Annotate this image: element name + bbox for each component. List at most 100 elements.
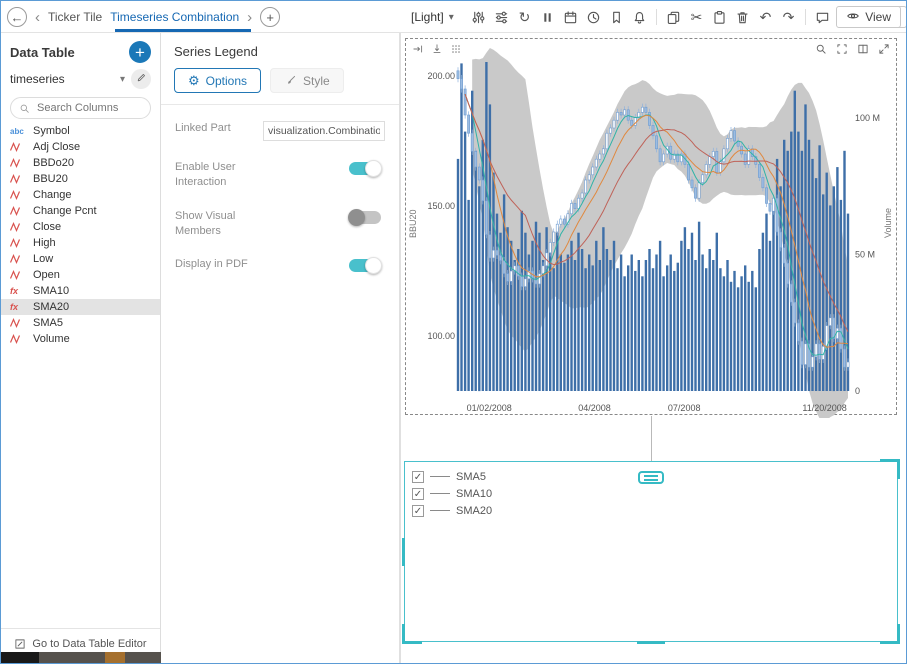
search-icon <box>19 103 30 114</box>
column-list-item[interactable]: fx SMA10 <box>1 283 160 299</box>
column-name: BBU20 <box>33 173 68 185</box>
toolbar-separator <box>805 9 806 25</box>
add-data-table-button[interactable]: + <box>129 41 151 63</box>
column-list-item[interactable]: fx SMA20 <box>1 299 160 315</box>
tab-options[interactable]: ⚙ Options <box>174 68 261 93</box>
column-name: High <box>33 237 56 249</box>
cut-icon[interactable]: ✂ <box>687 6 706 28</box>
column-list-item[interactable]: abc Symbol <box>1 123 160 139</box>
column-list: abc Symbol Adj Close BBDo20 BBU20 Change… <box>1 123 160 347</box>
series-label: SMA20 <box>456 505 492 517</box>
selection-corner[interactable] <box>880 459 900 479</box>
column-name: Low <box>33 253 53 265</box>
selection-resize-handle[interactable] <box>637 641 665 644</box>
column-list-item[interactable]: SMA5 <box>1 315 160 331</box>
comment-icon[interactable] <box>813 6 832 28</box>
fullscreen-icon[interactable] <box>835 42 849 56</box>
sliders-icon[interactable] <box>469 6 488 28</box>
property-row: Show Visual Members <box>175 209 385 239</box>
column-type-icon: fx <box>10 302 27 312</box>
linked-part-label: Linked Part <box>175 121 263 136</box>
history-icon[interactable] <box>584 6 603 28</box>
chevron-right-icon[interactable]: › <box>247 10 252 25</box>
series-checkbox[interactable]: ✓ <box>412 471 424 483</box>
column-list-item[interactable]: Open <box>1 267 160 283</box>
svg-text:100 M: 100 M <box>855 113 880 123</box>
trash-icon[interactable] <box>733 6 752 28</box>
edit-table-button[interactable] <box>131 69 151 89</box>
column-list-item[interactable]: Change Pcnt <box>1 203 160 219</box>
tab-timeseries-combination[interactable]: Timeseries Combination <box>110 10 239 24</box>
column-name: Close <box>33 221 61 233</box>
column-list-item[interactable]: Close <box>1 219 160 235</box>
bell-icon[interactable] <box>630 6 649 28</box>
tab-ticker-tile[interactable]: Ticker Tile <box>48 10 102 24</box>
search-icon[interactable] <box>814 42 828 56</box>
linked-part-input[interactable] <box>263 121 385 141</box>
paste-icon[interactable] <box>710 6 729 28</box>
arrow-bar-down-icon[interactable] <box>430 42 444 56</box>
editor-icon <box>14 638 26 650</box>
tab-style[interactable]: Style <box>270 68 344 93</box>
pages-icon[interactable] <box>856 42 870 56</box>
taskbar-orange-segment <box>105 652 125 663</box>
column-list-item[interactable]: Change <box>1 187 160 203</box>
column-list-item[interactable]: BBU20 <box>1 171 160 187</box>
drag-handle[interactable] <box>638 471 664 484</box>
theme-value: [Light] <box>411 10 444 24</box>
combination-chart[interactable]: 200.00150.00100.00100 M50 M001/02/200804… <box>408 48 898 418</box>
svg-text:BBU20: BBU20 <box>408 209 418 238</box>
visualization-part[interactable]: 200.00150.00100.00100 M50 M001/02/200804… <box>405 38 897 415</box>
column-list-item[interactable]: Adj Close <box>1 139 160 155</box>
svg-text:Volume: Volume <box>883 208 893 238</box>
toggle-switch[interactable] <box>349 211 381 224</box>
toggle-switch[interactable] <box>349 259 381 272</box>
view-button[interactable]: View <box>836 6 901 28</box>
brush-icon <box>284 74 297 87</box>
caret-down-icon: ▾ <box>449 12 454 23</box>
adjust-icon[interactable] <box>492 6 511 28</box>
theme-selector[interactable]: [Light] ▾ <box>411 1 454 33</box>
column-name: Adj Close <box>33 141 80 153</box>
series-checkbox[interactable]: ✓ <box>412 505 424 517</box>
series-checkbox[interactable]: ✓ <box>412 488 424 500</box>
expand-icon[interactable] <box>877 42 891 56</box>
options-label: Options <box>206 74 247 88</box>
add-dashboard-button[interactable]: + <box>260 7 280 27</box>
chevron-left-icon[interactable]: ‹ <box>35 10 40 25</box>
dots-grid-icon[interactable] <box>449 42 463 56</box>
eye-icon <box>846 9 860 26</box>
column-list-item[interactable]: High <box>1 235 160 251</box>
column-type-icon <box>10 158 27 168</box>
search-columns-input[interactable] <box>35 101 142 115</box>
column-name: BBDo20 <box>33 157 74 169</box>
arrow-bar-right-icon[interactable] <box>411 42 425 56</box>
undo-icon[interactable]: ↶ <box>756 6 775 28</box>
selection-resize-handle[interactable] <box>402 538 405 566</box>
selection-corner[interactable] <box>880 624 900 644</box>
legend-series-item[interactable]: ✓ SMA5 <box>412 468 492 485</box>
pause-icon[interactable] <box>538 6 557 28</box>
legend-series-item[interactable]: ✓ SMA10 <box>412 485 492 502</box>
sidebar-title: Data Table <box>10 45 129 60</box>
series-legend-part[interactable]: ✓ SMA5 ✓ SMA10 ✓ SMA20 <box>404 461 898 642</box>
column-list-item[interactable]: Low <box>1 251 160 267</box>
refresh-icon[interactable]: ↻ <box>515 6 534 28</box>
calendar-icon[interactable] <box>561 6 580 28</box>
search-box <box>10 97 151 119</box>
redo-icon[interactable]: ↷ <box>779 6 798 28</box>
caret-down-icon[interactable]: ▾ <box>120 74 125 85</box>
back-button[interactable]: ← <box>7 7 27 27</box>
copy-icon[interactable] <box>664 6 683 28</box>
part-connector-line <box>651 416 652 461</box>
bookmark-icon[interactable] <box>607 6 626 28</box>
column-list-item[interactable]: BBDo20 <box>1 155 160 171</box>
legend-series-item[interactable]: ✓ SMA20 <box>412 502 492 519</box>
svg-text:150.00: 150.00 <box>427 201 455 211</box>
selection-corner[interactable] <box>402 624 422 644</box>
toggle-switch[interactable] <box>349 162 381 175</box>
column-list-item[interactable]: Volume <box>1 331 160 347</box>
go-to-data-table-editor-button[interactable]: Go to Data Table Editor <box>1 628 160 650</box>
table-select[interactable]: timeseries <box>10 72 114 86</box>
column-type-icon <box>10 142 27 152</box>
